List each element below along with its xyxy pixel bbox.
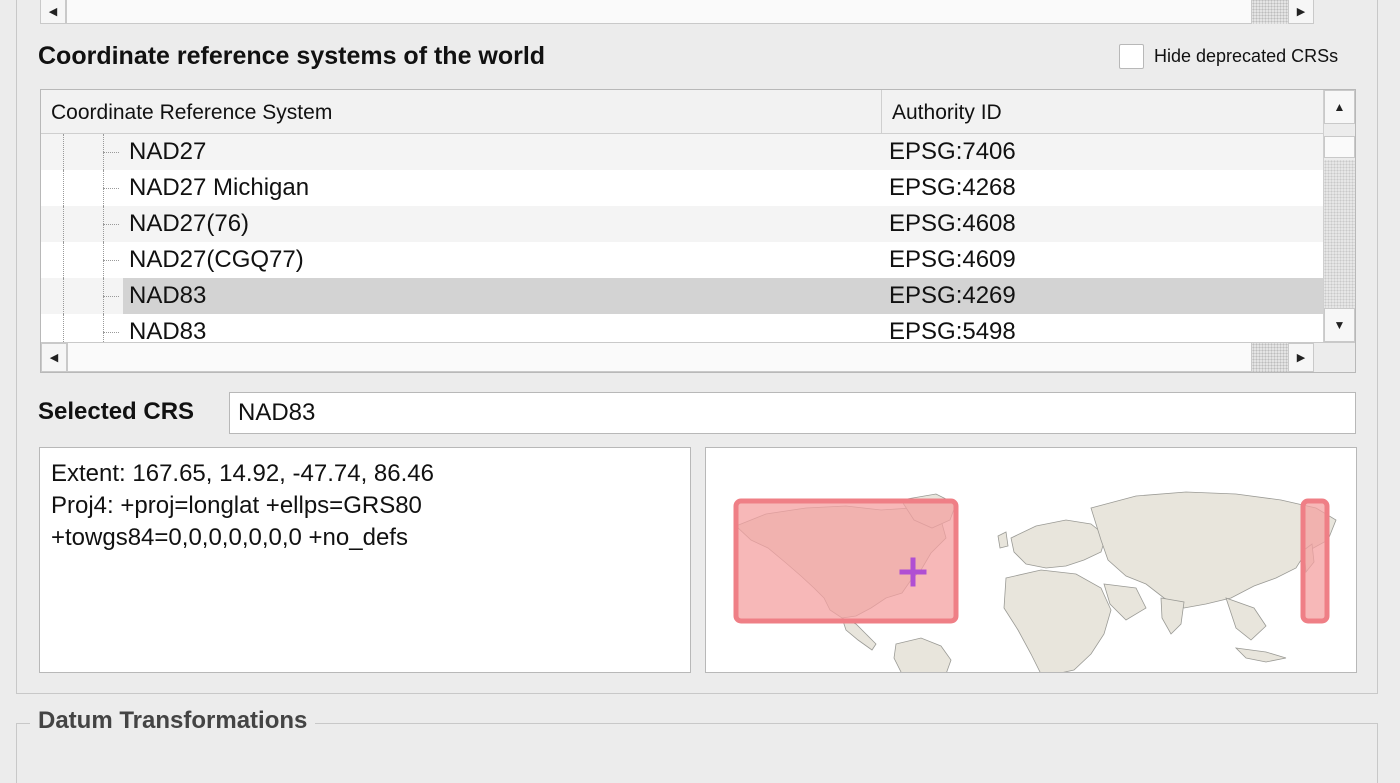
crs-name: NAD83	[129, 318, 207, 342]
scroll-left-arrow-icon[interactable]: ◀	[41, 343, 67, 372]
selection-highlight	[123, 278, 1323, 314]
proj4-text: Proj4: +proj=longlat +ellps=GRS80	[51, 492, 422, 519]
southeast-asia-land	[1225, 597, 1267, 641]
scroll-right-arrow-icon[interactable]: ▶	[1288, 343, 1314, 372]
crs-name: NAD83	[129, 282, 207, 309]
section-title: Coordinate reference systems of the worl…	[38, 42, 546, 70]
authority-id: EPSG:7406	[889, 138, 1016, 165]
uk-land	[997, 531, 1009, 549]
scroll-up-arrow-icon[interactable]: ▲	[1324, 90, 1355, 124]
africa-land	[1003, 569, 1112, 672]
extent-text: Extent: 167.65, 14.92, -47.74, 86.46	[51, 460, 434, 487]
scroll-track	[1252, 343, 1288, 372]
table-row[interactable]: NAD27 Michigan EPSG:4268	[41, 170, 1323, 206]
extent-box-east	[1300, 498, 1330, 624]
authority-id: EPSG:4609	[889, 246, 1016, 273]
table-body: NAD27 EPSG:7406 NAD27 Michigan EPSG:4268…	[41, 134, 1323, 342]
crs-tree-table[interactable]: Coordinate Reference System Authority ID…	[40, 89, 1356, 373]
indonesia-land	[1234, 647, 1287, 663]
scroll-thumb[interactable]	[67, 343, 1252, 372]
crs-name: NAD27 Michigan	[129, 174, 310, 201]
table-row[interactable]: NAD27 EPSG:7406	[41, 134, 1323, 170]
column-header-crs[interactable]: Coordinate Reference System	[41, 90, 881, 134]
extent-box-west	[733, 498, 959, 624]
table-row[interactable]: NAD27(CGQ77) EPSG:4609	[41, 242, 1323, 278]
vertical-scroll-thumb[interactable]	[1324, 136, 1355, 158]
datum-section-title: Datum Transformations	[30, 707, 316, 735]
column-header-authority-id[interactable]: Authority ID	[881, 90, 1323, 134]
world-map	[733, 491, 1337, 672]
crs-name: NAD27	[129, 138, 207, 165]
table-row[interactable]: NAD27(76) EPSG:4608	[41, 206, 1323, 242]
authority-id: EPSG:4268	[889, 174, 1016, 201]
crs-name: NAD27(76)	[129, 210, 250, 237]
india-land	[1160, 597, 1185, 635]
selected-crs-field[interactable]: NAD83	[229, 392, 1356, 434]
crs-name: NAD27(CGQ77)	[129, 246, 304, 273]
table-header: Coordinate Reference System Authority ID	[41, 90, 1323, 134]
scroll-down-arrow-icon[interactable]: ▼	[1324, 308, 1355, 342]
vertical-scroll-track	[1324, 160, 1355, 308]
authority-id: EPSG:4269	[889, 282, 1016, 309]
authority-id: EPSG:4608	[889, 210, 1016, 237]
table-row[interactable]: NAD83 EPSG:5498	[41, 314, 1323, 342]
crs-info-panel[interactable]: Extent: 167.65, 14.92, -47.74, 86.46 Pro…	[39, 447, 691, 673]
hide-deprecated-option[interactable]: Hide deprecated CRSs	[1119, 42, 1338, 70]
arabia-land	[1103, 583, 1147, 621]
tree-vertical-scrollbar[interactable]: ▲ ▼	[1323, 90, 1355, 342]
authority-id: EPSG:5498	[889, 318, 1016, 342]
table-row-selected[interactable]: NAD83 EPSG:4269	[41, 278, 1323, 314]
tree-horizontal-scrollbar[interactable]: ◀ ▶	[41, 342, 1355, 372]
proj4-text-continued: +towgs84=0,0,0,0,0,0,0 +no_defs	[51, 524, 408, 551]
europe-land	[1010, 519, 1107, 569]
hide-deprecated-checkbox[interactable]	[1119, 43, 1144, 69]
hide-deprecated-label: Hide deprecated CRSs	[1154, 45, 1339, 66]
extent-map-preview	[705, 447, 1357, 673]
selected-crs-label: Selected CRS	[38, 398, 195, 425]
south-america-land	[893, 637, 952, 672]
